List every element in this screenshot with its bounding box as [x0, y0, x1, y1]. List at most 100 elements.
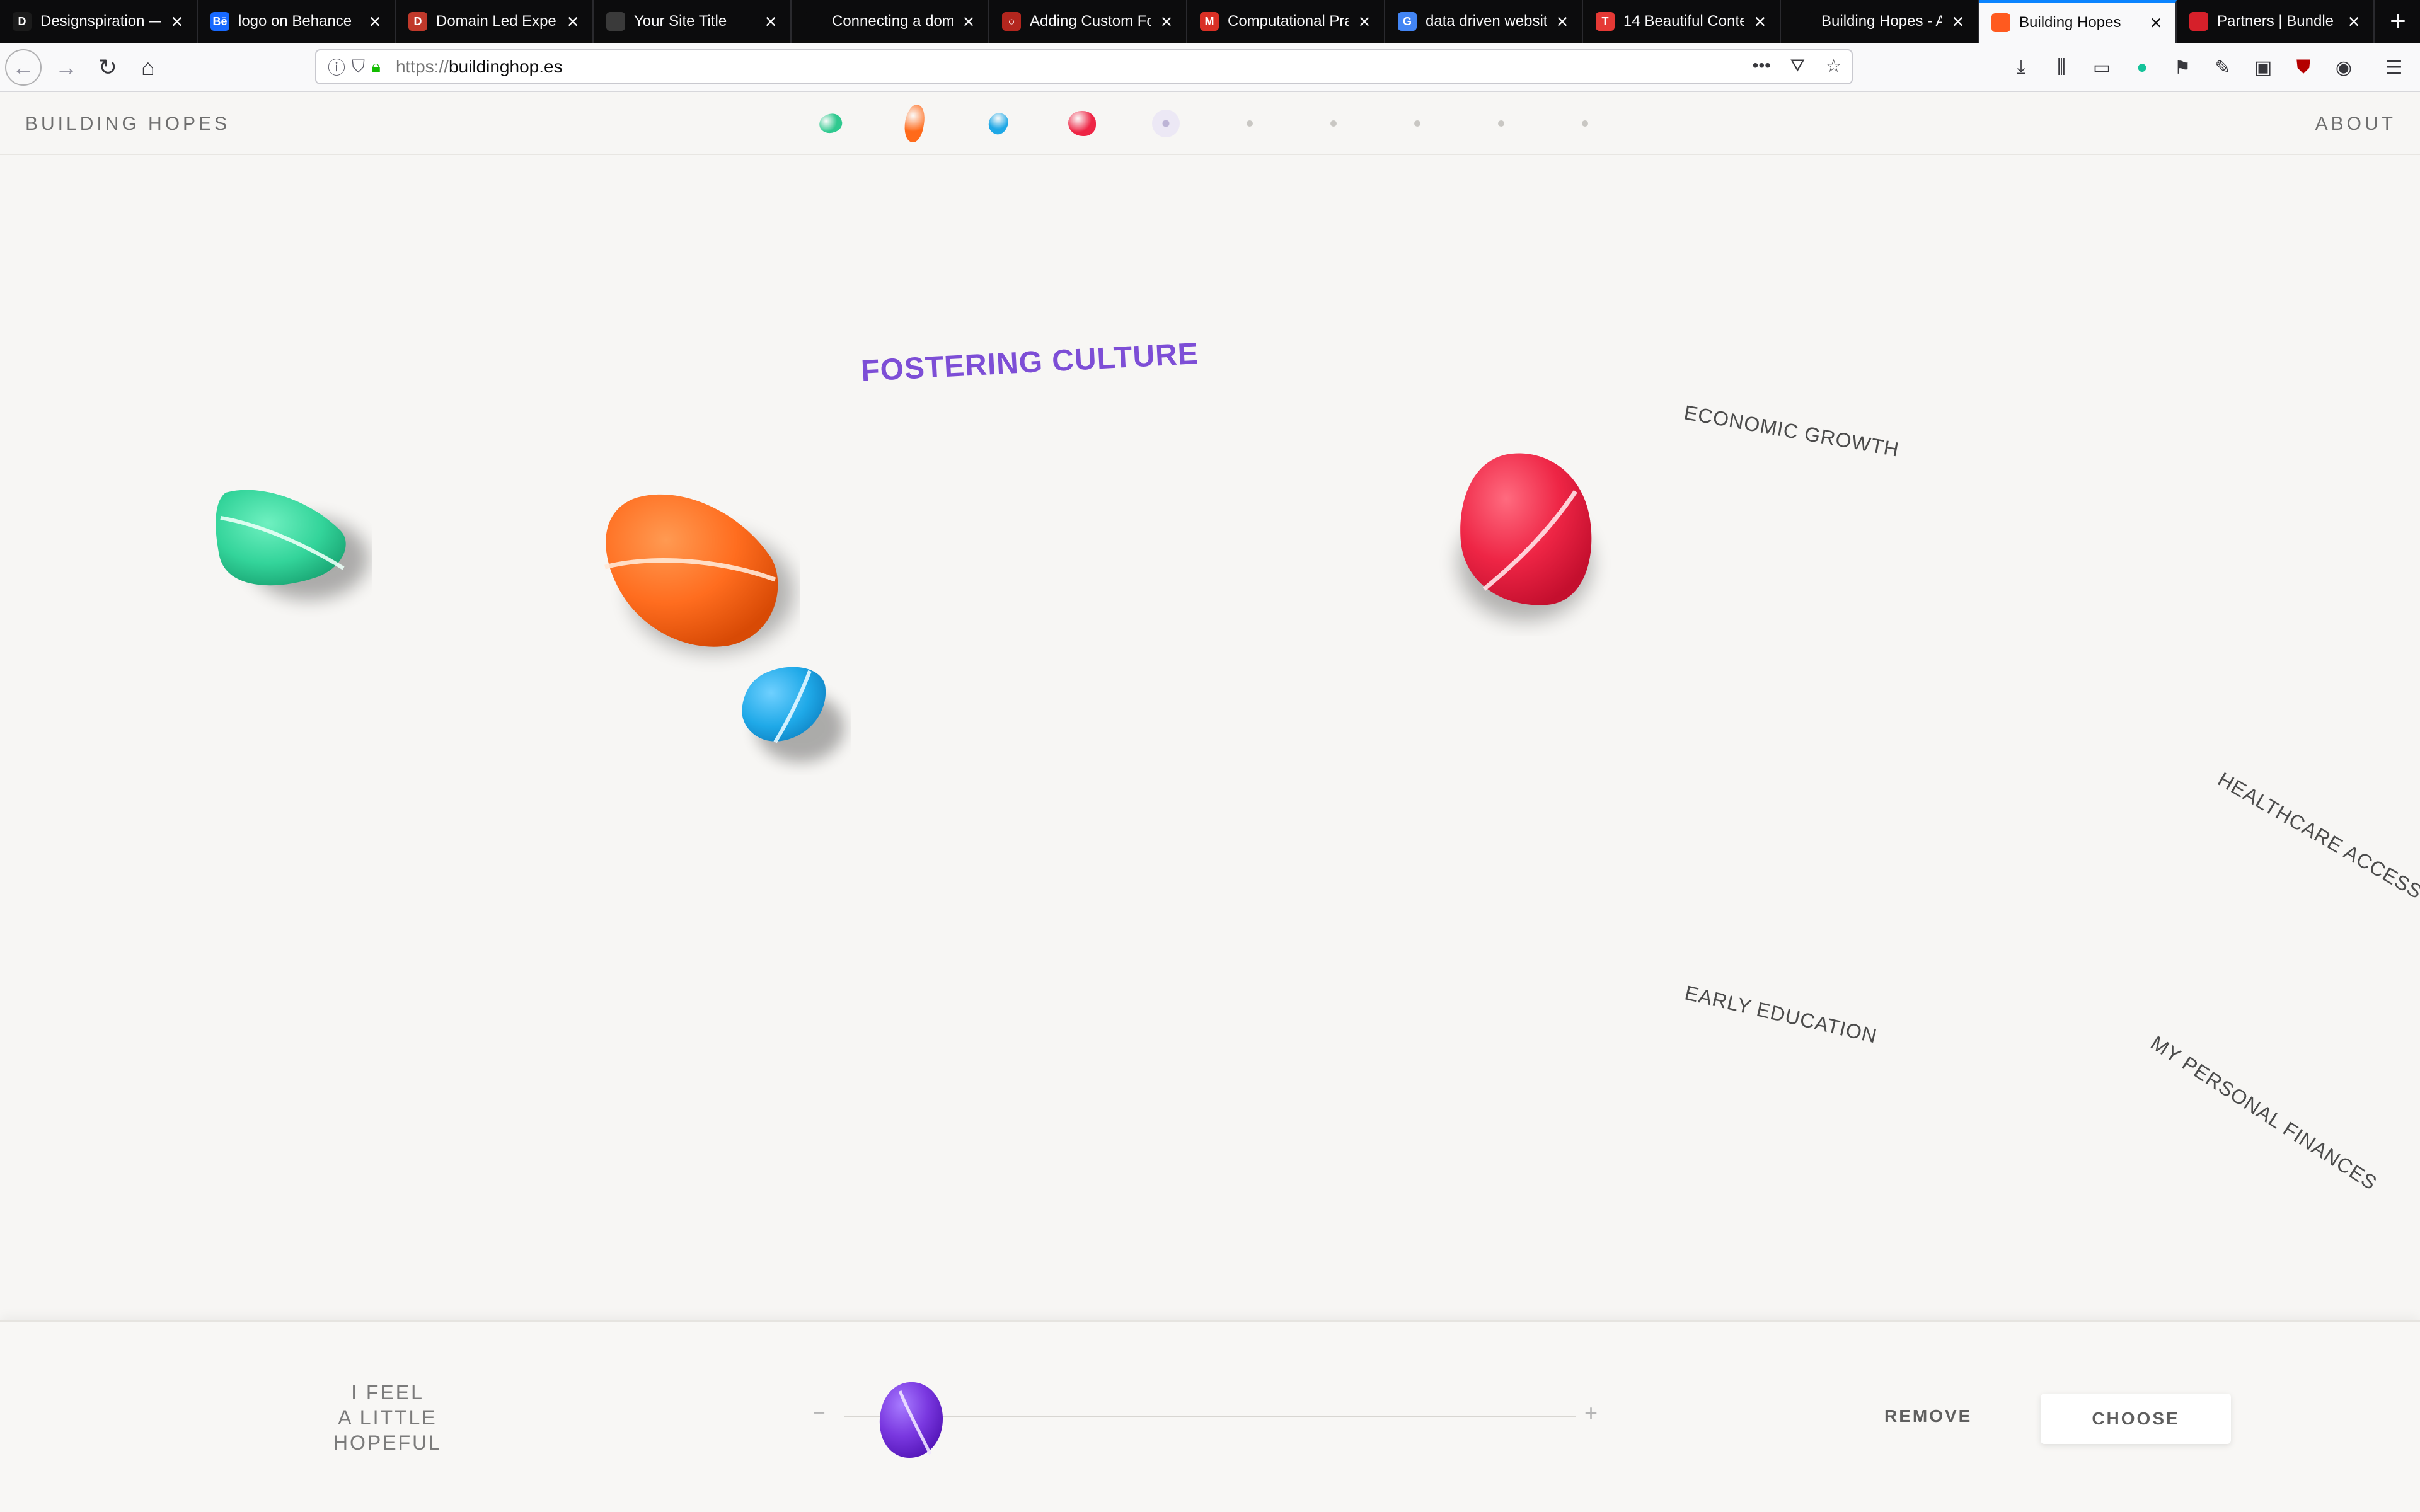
tab-title: 14 Beautiful Conte [1623, 13, 1744, 30]
lock-icon[interactable]: 🔒︎ [371, 57, 381, 77]
pebble-orange[interactable] [586, 485, 800, 674]
tab-title: Designspiration — [40, 13, 161, 30]
extension-pin-icon[interactable]: ⚑ [2170, 55, 2194, 79]
url-text[interactable]: https://buildinghop.es [396, 57, 563, 77]
nav-dot-empty[interactable] [1582, 120, 1588, 127]
arrow-left-icon: ← [12, 54, 35, 80]
tab-title: Adding Custom Fo [1030, 13, 1151, 30]
browser-tab[interactable]: T 14 Beautiful Conte × [1583, 0, 1781, 43]
word-economic-growth[interactable]: ECONOMIC GROWTH [1682, 401, 1901, 461]
back-button[interactable]: ← [5, 49, 42, 86]
remove-button[interactable]: REMOVE [1884, 1406, 1972, 1426]
about-link[interactable]: ABOUT [2315, 113, 2396, 135]
page-actions-icon[interactable]: ••• [1753, 55, 1771, 76]
bookmark-star-icon[interactable]: ☆ [1826, 55, 1841, 76]
tab-title: Domain Led Exper [436, 13, 557, 30]
tab-title: Your Site Title [634, 13, 727, 30]
nav-dot-empty[interactable] [1414, 120, 1420, 127]
feeling-line-3: HOPEFUL [333, 1431, 442, 1454]
word-my-personal-finances[interactable]: MY PERSONAL FINANCES [2146, 1031, 2381, 1195]
nav-pebble-orange[interactable] [902, 103, 927, 144]
pebble-red[interactable] [1437, 447, 1613, 636]
browser-tab[interactable]: M Computational Pra × [1187, 0, 1385, 43]
tab-favicon-icon: Bē [210, 12, 229, 31]
downloads-icon[interactable]: ⤓ [2009, 55, 2033, 79]
nav-pebble-red[interactable] [1068, 111, 1096, 136]
close-icon[interactable]: × [563, 11, 582, 32]
browser-tab[interactable]: Connecting a dom × [792, 0, 989, 43]
tab-title: Partners | Bundle I [2217, 13, 2338, 30]
close-icon[interactable]: × [1157, 11, 1176, 32]
tab-title: logo on Behance [238, 13, 352, 30]
tab-favicon-icon [606, 12, 625, 31]
shield-icon[interactable]: ⛉ [352, 57, 365, 77]
hope-slider-thumb-pebble[interactable] [875, 1380, 950, 1462]
address-bar[interactable]: ⓘ ⛉ 🔒︎ https://buildinghop.es ••• ⛛ ☆ [315, 49, 1853, 84]
slider-increase-button[interactable]: + [1584, 1400, 1598, 1426]
close-icon[interactable]: × [2146, 13, 2165, 33]
close-icon[interactable]: × [366, 11, 384, 32]
word-early-education[interactable]: EARLY EDUCATION [1683, 981, 1879, 1048]
ublock-icon[interactable]: ⛊ [2291, 55, 2315, 79]
feeling-label: I FEEL A LITTLE HOPEFUL [296, 1380, 479, 1455]
browser-tab[interactable]: Building Hopes × [1979, 0, 2177, 43]
hope-slider-track[interactable] [844, 1416, 1576, 1418]
close-icon[interactable]: × [2344, 11, 2363, 32]
slider-decrease-button[interactable]: − [813, 1401, 826, 1426]
tab-favicon-icon [2189, 12, 2208, 31]
browser-tab[interactable]: D Designspiration — × [0, 0, 198, 43]
home-icon: ⌂ [141, 54, 155, 80]
extension-icon[interactable]: ▣ [2251, 55, 2275, 79]
forward-button[interactable]: → [48, 49, 84, 86]
word-fostering-culture[interactable]: FOSTERING CULTURE [860, 336, 1199, 389]
nav-pebble-green[interactable] [816, 110, 845, 137]
pebble-green[interactable] [208, 474, 372, 619]
site-logo[interactable]: BUILDING HOPES [25, 113, 230, 135]
word-healthcare-access[interactable]: HEALTHCARE ACCESS [2214, 767, 2420, 903]
feeling-line-2: A LITTLE [338, 1406, 437, 1429]
tab-favicon-icon: M [1200, 12, 1219, 31]
nav-pebble-blue[interactable] [984, 109, 1012, 138]
close-icon[interactable]: × [168, 11, 187, 32]
nav-dot-empty[interactable] [1498, 120, 1504, 127]
library-icon[interactable]: ⫼ [2049, 55, 2073, 79]
sidebar-icon[interactable]: ▭ [2090, 55, 2114, 79]
url-host: buildinghop.es [448, 57, 563, 76]
tab-title: data driven websit [1426, 13, 1547, 30]
new-tab-button[interactable]: + [2376, 0, 2420, 43]
pebble-blue[interactable] [731, 662, 851, 775]
account-icon[interactable]: ◉ [2332, 55, 2356, 79]
choose-button[interactable]: CHOOSE [2041, 1394, 2231, 1444]
eyedropper-icon[interactable]: ✎ [2211, 55, 2235, 79]
home-button[interactable]: ⌂ [130, 49, 166, 86]
tab-title: Building Hopes [2019, 14, 2121, 31]
reload-icon: ↻ [98, 54, 118, 80]
info-icon[interactable]: ⓘ [328, 54, 345, 79]
browser-tab[interactable]: Your Site Title × [594, 0, 792, 43]
close-icon[interactable]: × [1355, 11, 1374, 32]
browser-tab[interactable]: Building Hopes - A × [1781, 0, 1979, 43]
browser-tab[interactable]: ○ Adding Custom Fo × [989, 0, 1187, 43]
tab-favicon-icon: G [1398, 12, 1417, 31]
reload-button[interactable]: ↻ [89, 49, 126, 86]
pocket-icon[interactable]: ⛛ [1790, 55, 1805, 76]
feeling-controls: I FEEL A LITTLE HOPEFUL − + REMOVE CHOOS… [0, 1320, 2420, 1512]
browser-tab[interactable]: Partners | Bundle I × [2177, 0, 2375, 43]
close-icon[interactable]: × [1751, 11, 1770, 32]
site-header: BUILDING HOPES ABOUT [0, 92, 2420, 155]
grammarly-icon[interactable]: ● [2130, 55, 2154, 79]
nav-dot-empty[interactable] [1247, 120, 1253, 127]
nav-dot-empty[interactable] [1330, 120, 1337, 127]
menu-icon[interactable]: ☰ [2382, 55, 2406, 79]
browser-tab[interactable]: D Domain Led Exper × [396, 0, 594, 43]
browser-tab[interactable]: Gdata driven websit × [1385, 0, 1583, 43]
url-scheme: https:// [395, 57, 449, 76]
nav-dot-current[interactable] [1152, 110, 1180, 137]
close-icon[interactable]: × [1949, 11, 1968, 32]
close-icon[interactable]: × [959, 11, 978, 32]
close-icon[interactable]: × [1553, 11, 1572, 32]
browser-tab[interactable]: Bē logo on Behance × [198, 0, 396, 43]
tab-title: Building Hopes - A [1821, 13, 1942, 30]
feeling-line-1: I FEEL [351, 1381, 424, 1404]
close-icon[interactable]: × [761, 11, 780, 32]
